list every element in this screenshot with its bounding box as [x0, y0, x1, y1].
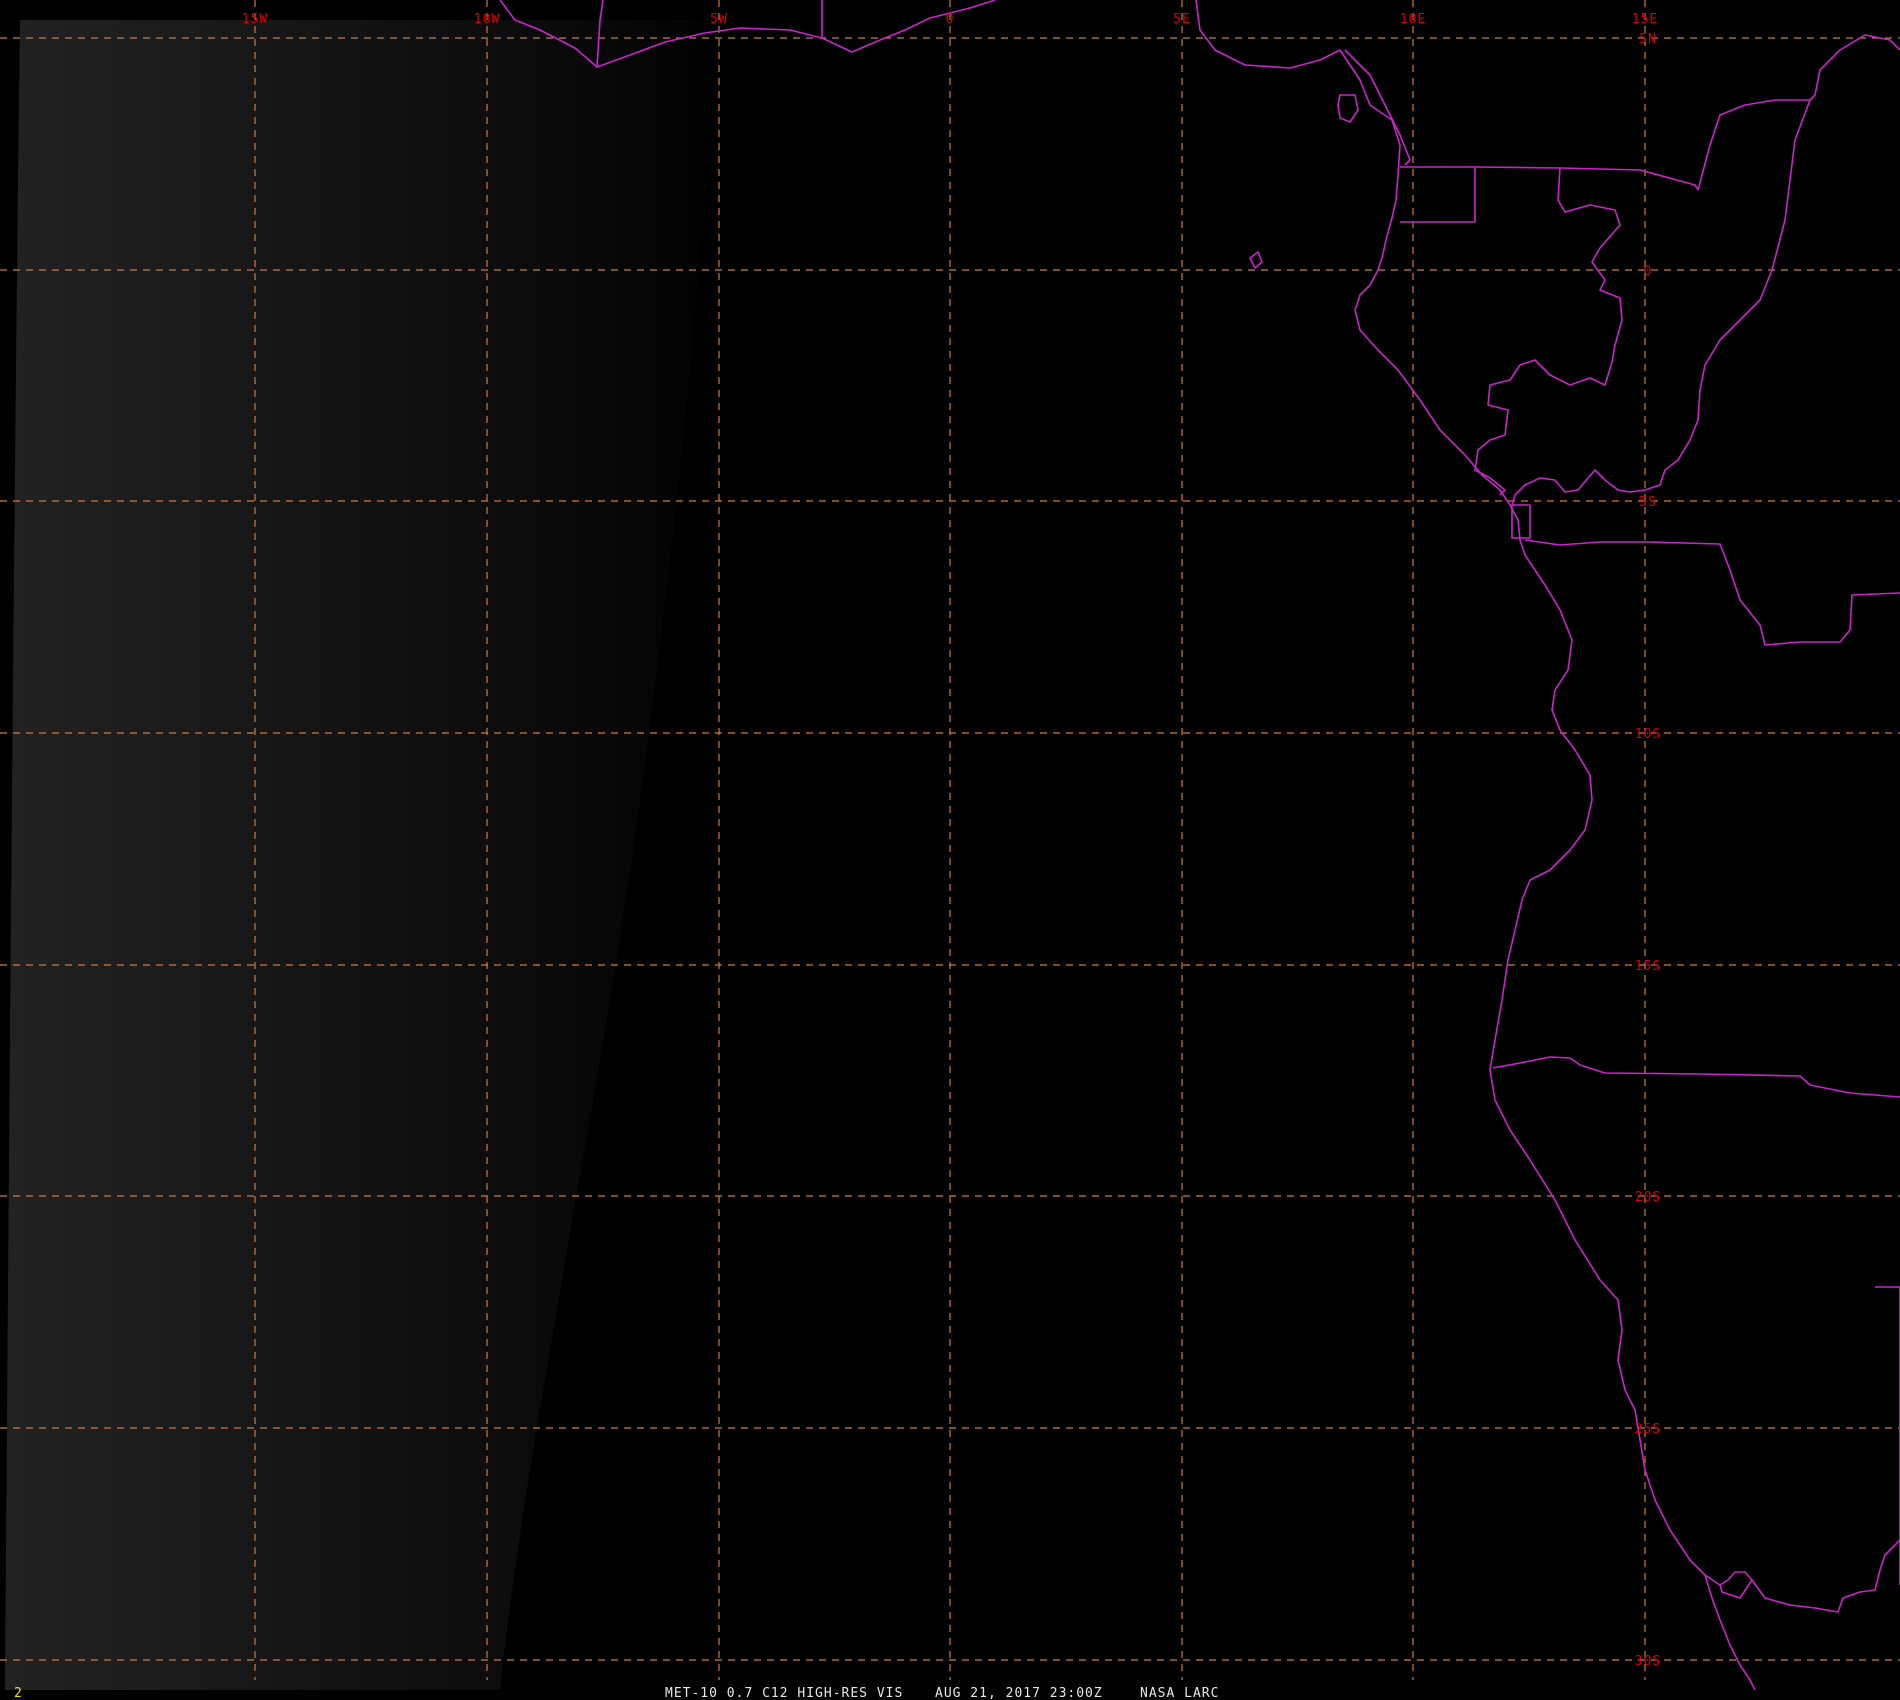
latitude-label: 10S: [1635, 727, 1661, 742]
latitude-label: 30S: [1635, 1654, 1661, 1669]
longitude-label: 0: [946, 12, 955, 27]
latitude-label: 25S: [1635, 1422, 1661, 1437]
latitude-label: 0: [1644, 264, 1653, 279]
latitude-label: 15S: [1635, 959, 1661, 974]
longitude-label: 5E: [1173, 12, 1191, 27]
longitude-label: 5W: [710, 12, 728, 27]
timestamp: AUG 21, 2017 23:00Z: [935, 1686, 1103, 1700]
product-caption: MET-10 0.7 C12 HIGH-RES VIS: [665, 1686, 903, 1700]
latitude-label: 5N: [1639, 32, 1657, 47]
longitude-label: 15E: [1632, 12, 1658, 27]
longitude-label: 10E: [1400, 12, 1426, 27]
satellite-map: 15W 10W 5W 0 5E 10E 15E 5N 0 5S 10S 15S 20S 25S 30S 2…: [0, 0, 1900, 1700]
frame-number: 2: [14, 1686, 22, 1700]
longitude-label: 15W: [242, 12, 268, 27]
longitude-label: 10W: [474, 12, 500, 27]
data-source: NASA LARC: [1140, 1686, 1219, 1700]
latitude-label: 20S: [1635, 1190, 1661, 1205]
latitude-label: 5S: [1639, 495, 1657, 510]
